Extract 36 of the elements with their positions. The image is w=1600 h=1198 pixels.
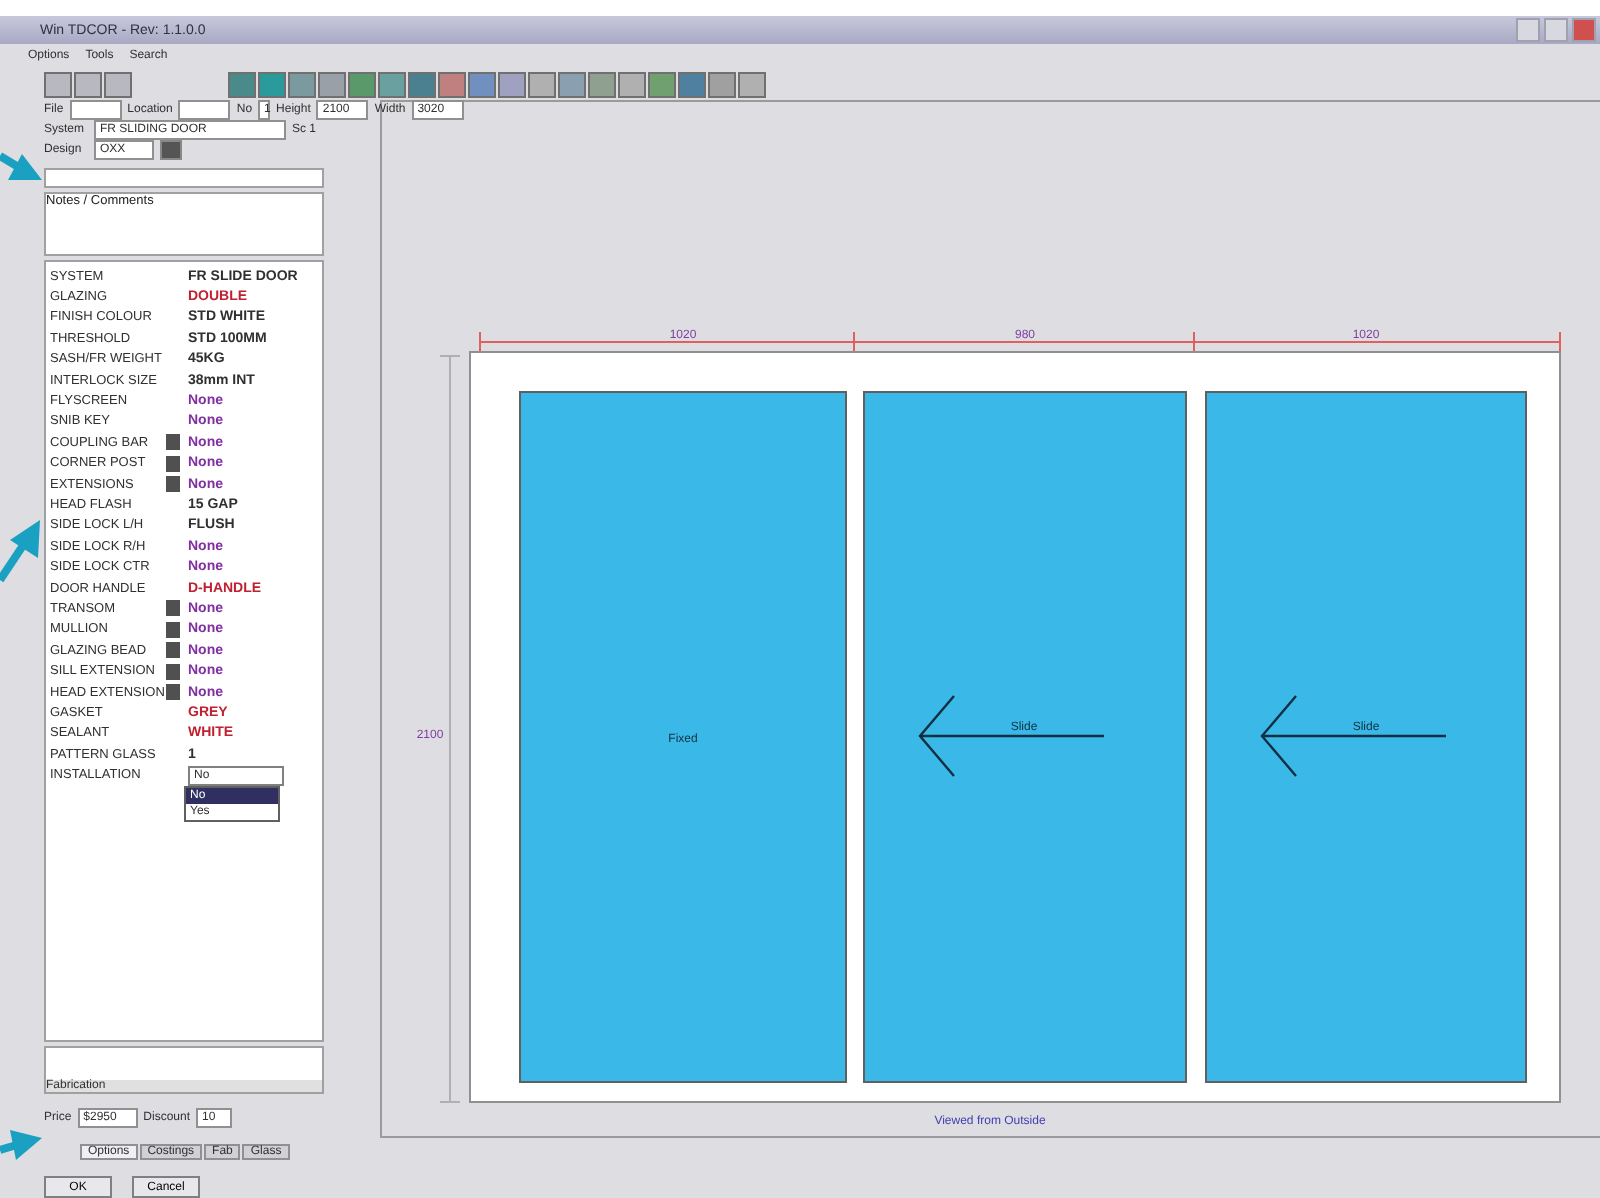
toolbar-button[interactable] [318,71,346,97]
toolbar-button[interactable] [228,71,256,97]
picker-button[interactable] [166,621,180,638]
toolbar-button[interactable] [408,71,436,97]
annotation-arrow [0,152,42,180]
toolbar-button[interactable] [708,71,736,97]
picker-button[interactable] [166,600,180,617]
picker-button[interactable] [166,476,180,493]
picker-button[interactable] [166,663,180,680]
toolbar-button[interactable] [588,71,616,97]
toolbar-button[interactable] [438,71,466,97]
picker-button[interactable] [166,434,180,451]
input-field[interactable] [178,100,231,120]
toolbar-button[interactable] [288,71,316,97]
input-field[interactable] [44,168,324,188]
picker-button[interactable] [166,642,180,659]
annotation-arrow [0,1130,42,1160]
toolbar-button[interactable] [44,71,72,97]
toolbar-button[interactable] [618,71,646,97]
toolbar-button[interactable] [348,71,376,97]
annotation-arrow [0,520,40,583]
toolbar-button[interactable] [678,71,706,97]
toolbar-button[interactable] [104,71,132,97]
slide-arrow-icon [1260,695,1446,777]
picker-button[interactable] [166,455,180,472]
slide-arrow-icon [918,695,1104,777]
toolbar-button[interactable] [258,71,286,97]
input-field[interactable] [69,100,122,120]
toolbar-button[interactable] [528,71,556,97]
toolbar-button[interactable] [738,71,766,97]
toolbar-button[interactable] [558,71,586,97]
toolbar-button[interactable] [378,71,406,97]
toolbar-button[interactable] [74,71,102,97]
toolbar-button[interactable] [648,71,676,97]
toolbar-button[interactable] [498,71,526,97]
toolbar-button[interactable] [468,71,496,97]
